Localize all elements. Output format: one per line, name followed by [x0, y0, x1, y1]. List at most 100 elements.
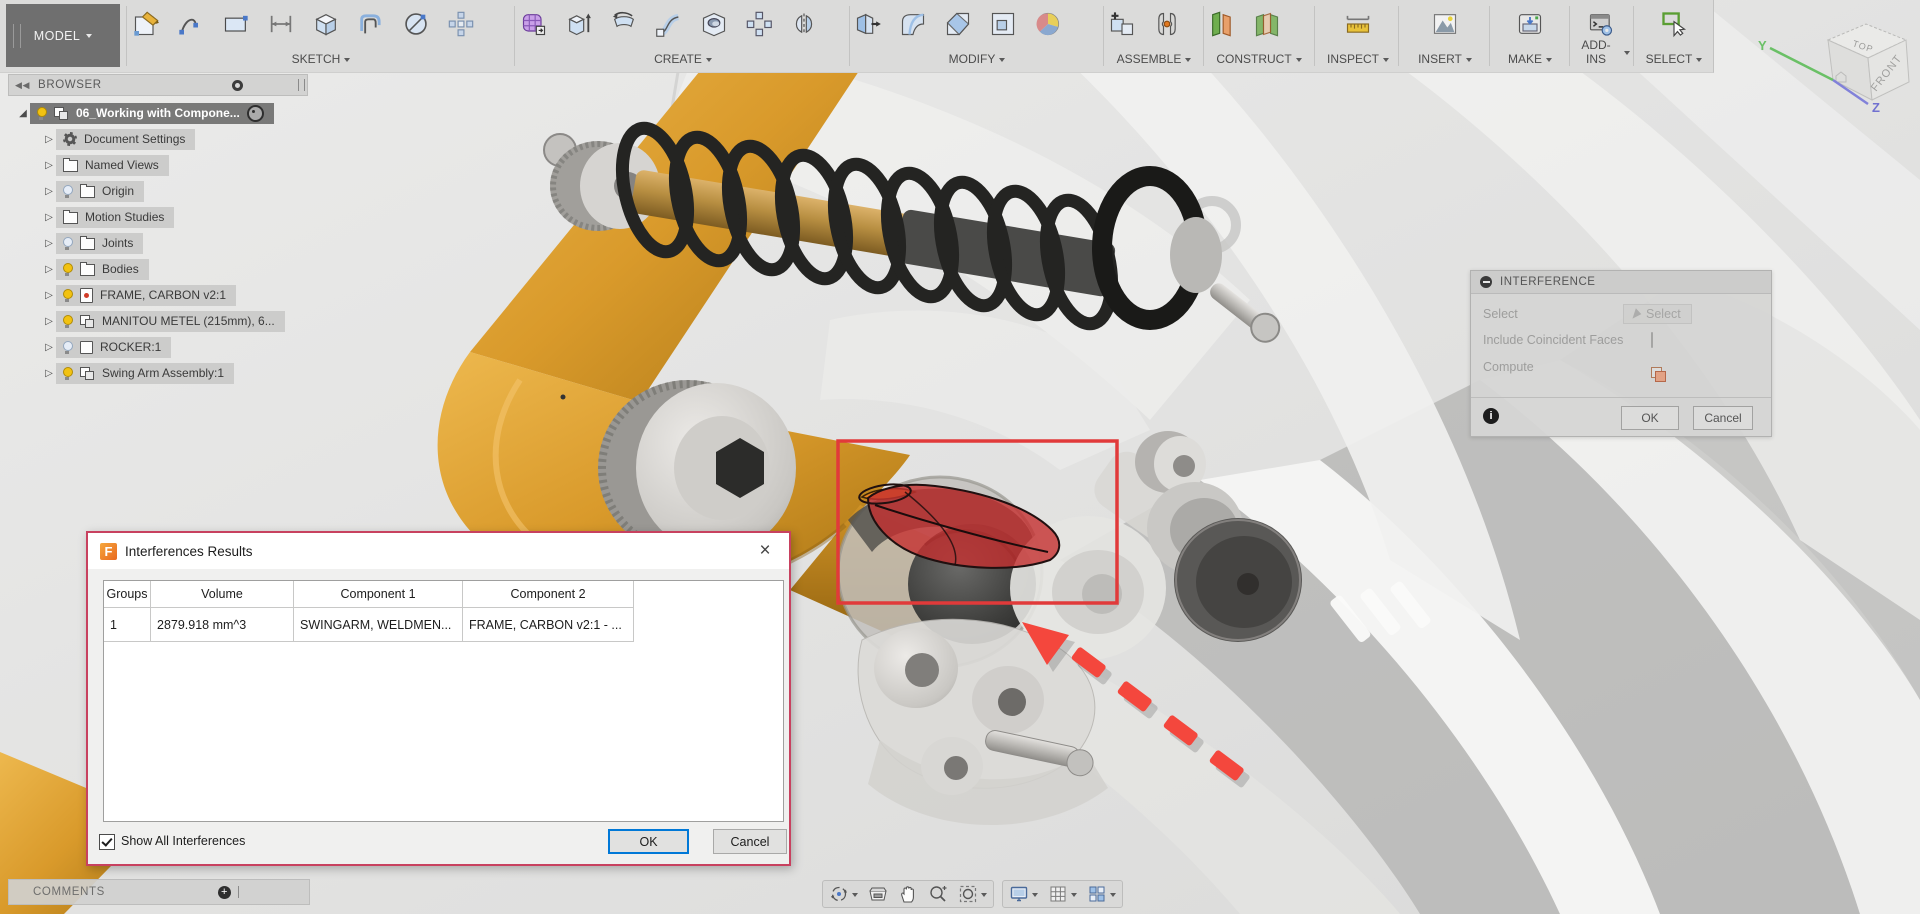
rectangle-icon[interactable] — [220, 7, 252, 41]
menu-inspect[interactable]: INSPECT — [1318, 52, 1398, 66]
chevron-down-icon[interactable] — [1110, 893, 1116, 900]
tree-item-origin[interactable]: ▷ Origin — [42, 178, 144, 204]
visibility-bulb-icon[interactable] — [63, 237, 73, 250]
browser-header[interactable]: ◀◀ BROWSER — [8, 74, 308, 96]
appearance-icon[interactable] — [1032, 7, 1064, 41]
include-coincident-checkbox[interactable] — [1651, 332, 1653, 348]
collapse-arrow-icon[interactable]: ▷ — [42, 264, 56, 275]
results-table-row[interactable]: 1 2879.918 mm^3 SWINGARM, WELDMEN... FRA… — [104, 608, 783, 642]
tree-item-frame-carbon[interactable]: ▷ FRAME, CARBON v2:1 — [42, 282, 236, 308]
look-at-tool[interactable] — [868, 884, 888, 904]
collapse-arrow-icon[interactable]: ▷ — [42, 134, 56, 145]
visibility-bulb-icon[interactable] — [63, 185, 73, 198]
insert-image-icon[interactable] — [1429, 7, 1461, 41]
visibility-bulb-icon[interactable] — [63, 315, 73, 328]
addins-scripts-icon[interactable] — [1585, 7, 1617, 41]
menu-create[interactable]: CREATE — [518, 52, 848, 66]
toolbar-grip[interactable] — [13, 24, 21, 48]
panel-resize-grip[interactable] — [298, 79, 305, 91]
interference-ok-button[interactable]: OK — [1621, 406, 1679, 430]
pan-tool[interactable] — [898, 884, 918, 904]
show-all-interferences-checkbox[interactable] — [99, 834, 115, 850]
collapse-palette-icon[interactable] — [1480, 276, 1492, 288]
visibility-bulb-icon[interactable] — [63, 263, 73, 276]
interference-cancel-button[interactable]: Cancel — [1693, 406, 1753, 430]
spline-icon[interactable] — [175, 7, 207, 41]
project-geometry-icon[interactable] — [310, 7, 342, 41]
info-icon[interactable]: i — [1483, 408, 1499, 424]
move-points-icon[interactable] — [445, 7, 477, 41]
extrude-icon[interactable] — [563, 7, 595, 41]
create-sketch-icon[interactable] — [130, 7, 162, 41]
midplane-icon[interactable] — [1251, 7, 1283, 41]
revolve-icon[interactable] — [608, 7, 640, 41]
visibility-bulb-icon[interactable] — [37, 107, 47, 120]
interference-palette-header[interactable]: INTERFERENCE — [1471, 271, 1771, 294]
menu-make[interactable]: MAKE — [1492, 52, 1568, 66]
menu-addins[interactable]: ADD-INS — [1572, 38, 1630, 66]
menu-insert[interactable]: INSERT — [1402, 52, 1488, 66]
press-pull-icon[interactable] — [852, 7, 884, 41]
offset-icon[interactable] — [355, 7, 387, 41]
visibility-bulb-icon[interactable] — [63, 341, 73, 354]
expand-arrow-icon[interactable]: ◢ — [16, 108, 30, 119]
visibility-bulb-icon[interactable] — [63, 289, 73, 302]
construct-plane-icon[interactable] — [1206, 7, 1238, 41]
measure-icon[interactable] — [1342, 7, 1374, 41]
close-icon[interactable]: × — [751, 537, 779, 565]
tree-item-swing-arm-assembly[interactable]: ▷ Swing Arm Assembly:1 — [42, 360, 234, 386]
collapse-arrow-icon[interactable]: ▷ — [42, 342, 56, 353]
chevron-down-icon[interactable] — [1032, 893, 1038, 900]
chamfer-icon[interactable] — [942, 7, 974, 41]
visibility-bulb-icon[interactable] — [63, 367, 73, 380]
viewcube[interactable]: TOP FRONT Y Z — [1740, 10, 1920, 120]
tree-item-bodies[interactable]: ▷ Bodies — [42, 256, 149, 282]
chevron-down-icon[interactable] — [1071, 893, 1077, 900]
joint-icon[interactable] — [1151, 7, 1183, 41]
tree-root-component[interactable]: ◢ 06_Working with Compone... — [16, 100, 274, 126]
dialog-titlebar[interactable]: F Interferences Results × — [88, 533, 789, 569]
new-component-icon[interactable] — [1106, 7, 1138, 41]
pattern-icon[interactable] — [743, 7, 775, 41]
menu-select[interactable]: SELECT — [1636, 52, 1712, 66]
display-settings-tool[interactable] — [1009, 884, 1038, 904]
chevron-down-icon[interactable] — [852, 893, 858, 900]
orbit-tool[interactable] — [829, 884, 858, 904]
collapse-arrow-icon[interactable]: ▷ — [42, 212, 56, 223]
select-icon[interactable] — [1658, 7, 1690, 41]
collapse-arrow-icon[interactable]: ▷ — [42, 368, 56, 379]
sweep-icon[interactable] — [653, 7, 685, 41]
collapse-panel-icon[interactable]: ◀◀ — [15, 80, 30, 91]
hole-icon[interactable] — [698, 7, 730, 41]
make-3dprint-icon[interactable] — [1514, 7, 1546, 41]
menu-sketch[interactable]: SKETCH — [130, 52, 512, 66]
circle-diameter-icon[interactable] — [400, 7, 432, 41]
grid-settings-tool[interactable] — [1048, 884, 1077, 904]
add-comment-icon[interactable]: + — [218, 886, 231, 899]
tree-item-rocker[interactable]: ▷ ROCKER:1 — [42, 334, 171, 360]
comments-bar[interactable]: COMMENTS + — [8, 879, 310, 905]
display-settings-icon[interactable] — [232, 80, 243, 91]
tree-item-joints[interactable]: ▷ Joints — [42, 230, 143, 256]
tree-item-document-settings[interactable]: ▷ Document Settings — [42, 126, 195, 152]
chevron-down-icon[interactable] — [981, 893, 987, 900]
mirror-icon[interactable] — [788, 7, 820, 41]
collapse-arrow-icon[interactable]: ▷ — [42, 186, 56, 197]
split-body-icon[interactable] — [987, 7, 1019, 41]
tree-item-motion-studies[interactable]: ▷ Motion Studies — [42, 204, 174, 230]
select-bodies-button[interactable]: Select — [1623, 304, 1692, 324]
tree-item-named-views[interactable]: ▷ Named Views — [42, 152, 169, 178]
fit-view-tool[interactable] — [958, 884, 987, 904]
dimension-icon[interactable] — [265, 7, 297, 41]
collapse-arrow-icon[interactable]: ▷ — [42, 290, 56, 301]
create-form-icon[interactable] — [518, 7, 550, 41]
collapse-arrow-icon[interactable]: ▷ — [42, 316, 56, 327]
fillet-icon[interactable] — [897, 7, 929, 41]
zoom-tool[interactable] — [928, 884, 948, 904]
viewports-tool[interactable] — [1087, 884, 1116, 904]
panel-resize-grip[interactable] — [238, 886, 243, 898]
collapse-arrow-icon[interactable]: ▷ — [42, 160, 56, 171]
results-ok-button[interactable]: OK — [608, 829, 689, 854]
menu-construct[interactable]: CONSTRUCT — [1206, 52, 1312, 66]
tree-item-manitou-metel[interactable]: ▷ MANITOU METEL (215mm), 6... — [42, 308, 285, 334]
